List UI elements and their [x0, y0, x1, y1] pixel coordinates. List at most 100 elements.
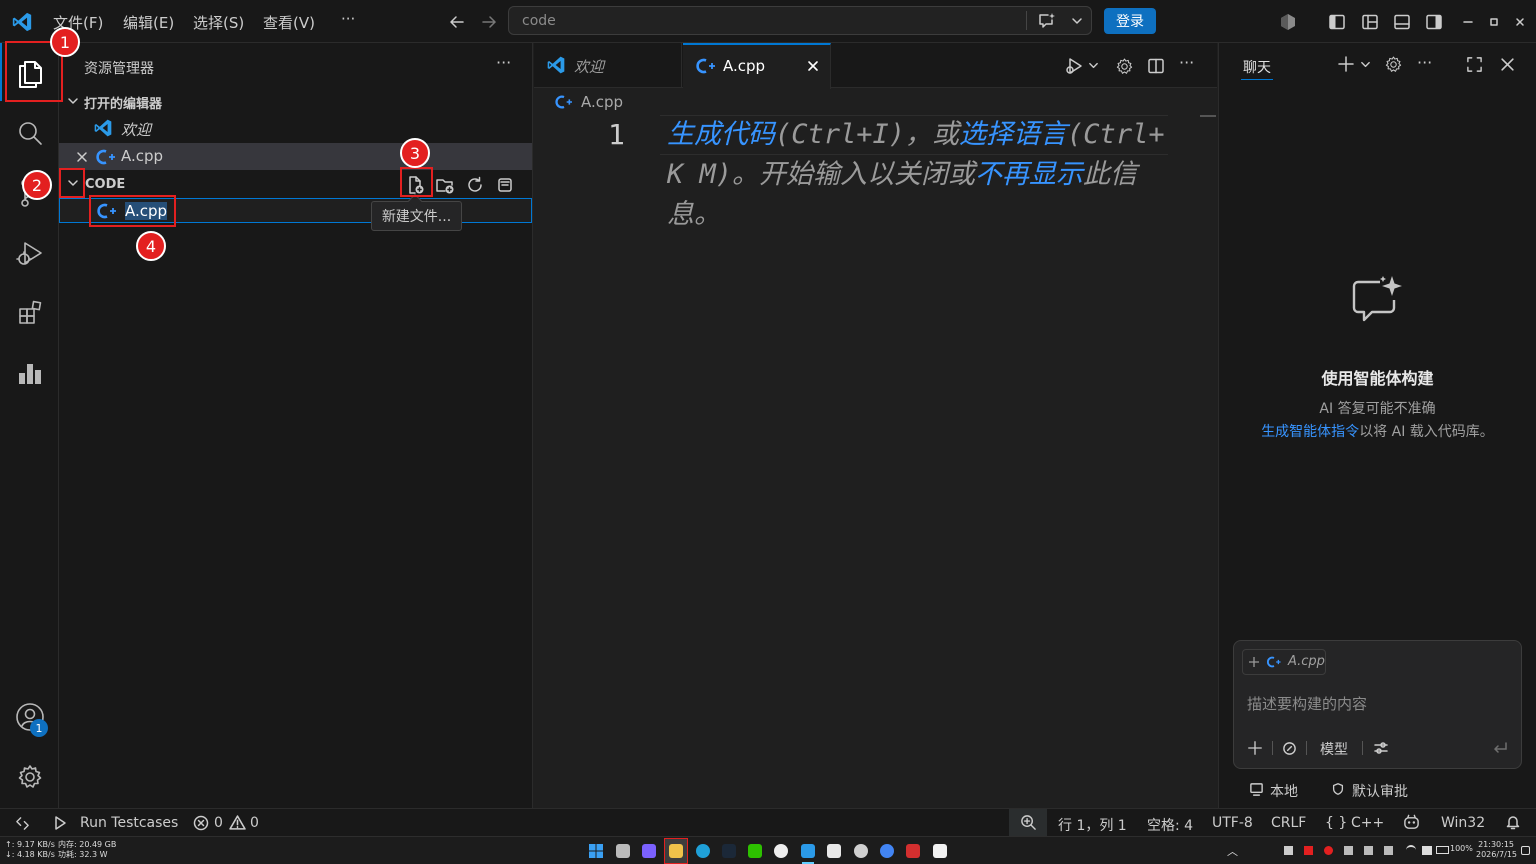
open-editor-item-acpp[interactable]: A.cpp	[59, 143, 532, 170]
close-window-icon[interactable]	[1510, 12, 1530, 32]
add-context-plus-icon[interactable]	[1246, 654, 1262, 670]
tray-app-icon[interactable]	[1284, 846, 1293, 855]
maximize-icon[interactable]	[1463, 53, 1485, 75]
extensions-icon[interactable]	[12, 295, 48, 331]
gear-icon[interactable]	[1112, 54, 1136, 78]
restore-icon[interactable]	[1484, 12, 1504, 32]
wechat-icon[interactable]	[748, 844, 762, 858]
settings-gear-icon[interactable]	[12, 759, 48, 795]
close-tab-icon[interactable]	[803, 56, 823, 76]
braces-icon[interactable]: { }	[1325, 815, 1347, 831]
editor-more-button[interactable]: ···	[1179, 53, 1194, 72]
toggle-primary-sidebar-icon[interactable]	[1325, 10, 1349, 34]
forward-arrow-icon[interactable]	[477, 10, 501, 34]
tools-icon[interactable]	[1278, 737, 1300, 759]
windows-start-icon[interactable]	[589, 844, 603, 858]
indentation[interactable]: 空格: 4	[1147, 815, 1193, 835]
language-mode[interactable]: C++	[1351, 815, 1384, 831]
new-chat-plus-icon[interactable]	[1335, 53, 1357, 75]
run-debug-icon[interactable]	[12, 235, 48, 271]
open-editor-item-welcome[interactable]: 欢迎	[59, 115, 532, 142]
collapse-all-icon[interactable]	[493, 173, 517, 197]
tray-app-icon[interactable]	[1384, 846, 1393, 855]
notes-app-icon[interactable]	[933, 844, 947, 858]
login-button[interactable]: 登录	[1104, 8, 1156, 34]
split-editor-icon[interactable]	[1144, 54, 1168, 78]
chat-input-box[interactable]: A.cpp 描述要构建的内容 模型	[1233, 640, 1522, 769]
dont-show-again-link[interactable]: 不再显示	[975, 159, 1083, 190]
store-icon[interactable]	[827, 844, 841, 858]
menu-selection[interactable]: 选择(S)	[193, 12, 244, 33]
context-chip[interactable]: A.cpp	[1242, 649, 1326, 675]
new-folder-icon[interactable]	[433, 173, 457, 197]
chevron-down-icon[interactable]	[65, 93, 81, 109]
toggle-panel-icon[interactable]	[1390, 10, 1414, 34]
send-enter-icon[interactable]	[1489, 737, 1511, 759]
remote-icon[interactable]	[12, 813, 32, 833]
chart-bars-icon[interactable]	[12, 355, 48, 391]
copilot-app-icon[interactable]	[642, 844, 656, 858]
zoom-indicator[interactable]	[1009, 809, 1047, 836]
add-plus-icon[interactable]	[1244, 737, 1266, 759]
cursor-position[interactable]: 行 1，列 1	[1058, 815, 1127, 835]
approval-label[interactable]: 默认审批	[1352, 781, 1408, 801]
minimize-icon[interactable]	[1458, 12, 1478, 32]
tray-chevron-up-icon[interactable]: ︿	[1227, 843, 1238, 859]
select-language-link[interactable]: 选择语言	[959, 119, 1067, 150]
generate-agent-instructions-link[interactable]: 生成智能体指令	[1261, 424, 1359, 440]
error-count[interactable]: 0	[214, 815, 223, 831]
chrome-icon[interactable]	[880, 844, 894, 858]
speaker-icon[interactable]	[1422, 846, 1432, 855]
model-picker[interactable]: 模型	[1320, 739, 1348, 759]
monitor-icon[interactable]	[1247, 780, 1265, 798]
steam-icon[interactable]	[722, 844, 736, 858]
menu-more-button[interactable]: ···	[341, 10, 355, 28]
notifications-bell-icon[interactable]	[1503, 812, 1523, 832]
chat-sparkle-icon[interactable]	[1035, 9, 1059, 33]
explorer-more-button[interactable]: ···	[496, 53, 511, 72]
local-label[interactable]: 本地	[1270, 781, 1298, 801]
generate-code-link[interactable]: 生成代码	[667, 119, 775, 150]
tab-welcome[interactable]: 欢迎	[534, 43, 682, 88]
menu-view[interactable]: 查看(V)	[263, 12, 315, 33]
encoding[interactable]: UTF-8	[1212, 815, 1253, 831]
back-arrow-icon[interactable]	[445, 10, 469, 34]
pdf-reader-icon[interactable]	[906, 844, 920, 858]
gear-icon[interactable]	[1382, 53, 1404, 75]
tray-app-icon[interactable]	[1344, 846, 1353, 855]
run-code-icon[interactable]	[1062, 54, 1086, 78]
menu-edit[interactable]: 编辑(E)	[123, 12, 174, 33]
close-icon[interactable]	[73, 148, 91, 166]
platform[interactable]: Win32	[1441, 815, 1485, 831]
tab-acpp[interactable]: A.cpp	[683, 43, 831, 89]
folder-header-code[interactable]: CODE	[85, 177, 125, 192]
battery-icon[interactable]	[1436, 846, 1449, 854]
search-icon[interactable]	[12, 115, 48, 151]
line-ending[interactable]: CRLF	[1271, 815, 1306, 831]
chat-tab[interactable]: 聊天	[1243, 57, 1271, 77]
warning-icon[interactable]	[227, 812, 247, 832]
notification-center-icon[interactable]	[1521, 846, 1530, 855]
chatgpt-icon[interactable]	[854, 844, 868, 858]
customize-layout-icon[interactable]	[1358, 10, 1382, 34]
settings-sliders-icon[interactable]	[1370, 737, 1392, 759]
warning-count[interactable]: 0	[250, 815, 259, 831]
copilot-icon[interactable]	[1276, 10, 1300, 34]
breadcrumb[interactable]: A.cpp	[581, 93, 623, 111]
vscode-taskbar-icon[interactable]	[801, 844, 815, 858]
tray-app-icon[interactable]	[1324, 846, 1333, 855]
close-chat-icon[interactable]	[1496, 53, 1518, 75]
toggle-secondary-sidebar-icon[interactable]	[1422, 10, 1446, 34]
command-center-search[interactable]: code	[508, 6, 1092, 35]
clock[interactable]: 21:30:15 2026/7/15	[1476, 840, 1517, 860]
chevron-down-icon[interactable]	[1067, 11, 1087, 31]
tray-app-icon[interactable]	[1304, 846, 1313, 855]
refresh-icon[interactable]	[463, 173, 487, 197]
play-icon[interactable]	[50, 813, 70, 833]
chevron-down-icon[interactable]	[1086, 58, 1100, 72]
run-testcases-button[interactable]: Run Testcases	[80, 815, 178, 831]
wifi-icon[interactable]	[1406, 845, 1416, 855]
task-view-icon[interactable]	[616, 844, 630, 858]
open-editors-header[interactable]: 打开的编辑器	[84, 93, 162, 112]
file-explorer-icon[interactable]	[669, 844, 683, 858]
